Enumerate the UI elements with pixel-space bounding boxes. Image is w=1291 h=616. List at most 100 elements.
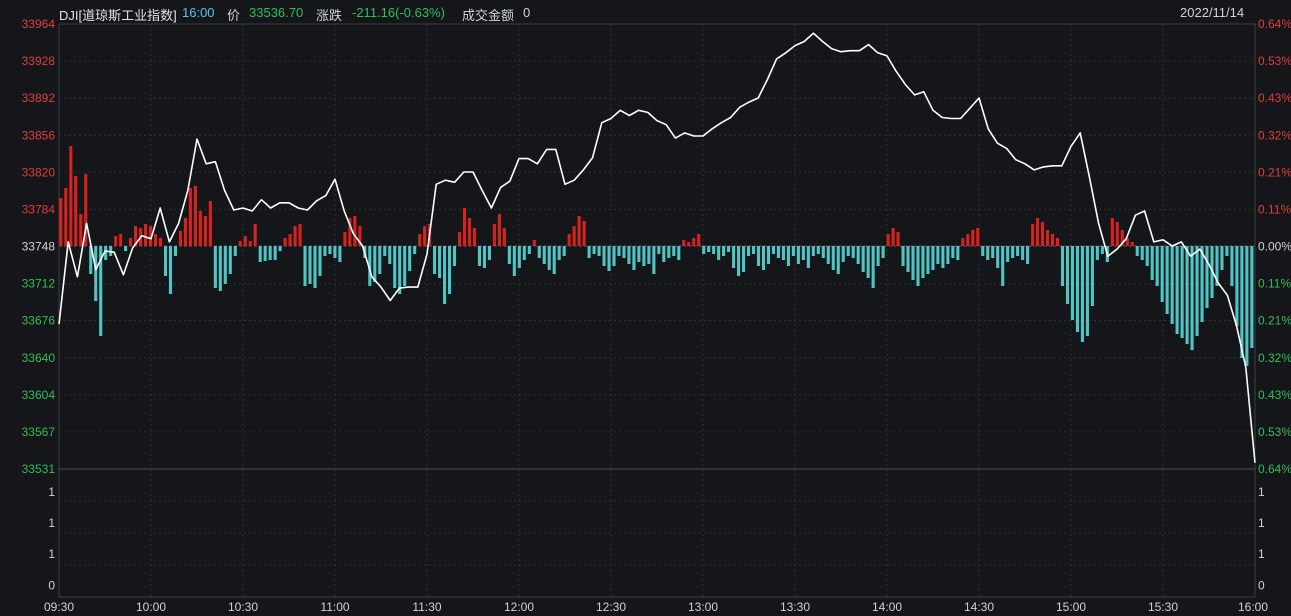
volume-bar xyxy=(901,246,905,266)
price-tick-label: 33567 xyxy=(22,425,56,439)
pct-tick-label: 0.21% xyxy=(1258,165,1291,179)
volume-bar xyxy=(791,246,795,256)
volume-bar xyxy=(193,186,197,246)
volume-bar xyxy=(866,246,870,278)
volume-bar xyxy=(1050,234,1055,246)
volume-bar xyxy=(163,246,168,276)
pct-tick-label: 0.64% xyxy=(1258,462,1291,476)
volume-bar xyxy=(956,246,960,260)
volume-bar xyxy=(786,246,790,266)
volume-bar xyxy=(652,246,656,274)
volume-bar xyxy=(552,246,556,274)
volume-bar xyxy=(577,216,581,246)
volume-bar xyxy=(567,234,571,246)
price-tick-label: 33856 xyxy=(22,128,56,142)
volume-bar xyxy=(1060,246,1065,286)
volume-bar xyxy=(388,246,392,264)
volume-bar xyxy=(338,246,342,262)
volume-bar xyxy=(1006,246,1010,262)
volume-bar xyxy=(413,246,417,254)
volume-bar xyxy=(537,246,541,258)
time-tick-label: 11:00 xyxy=(320,600,349,614)
price-tick-label: 33640 xyxy=(22,351,56,365)
price-tick-label: 33748 xyxy=(22,240,56,254)
volume-bar xyxy=(896,232,900,246)
volume-bar xyxy=(1230,246,1234,286)
volume-bar xyxy=(627,246,631,264)
volume-tick-label-right: 1 xyxy=(1258,485,1265,499)
volume-bar xyxy=(801,246,805,260)
volume-bar xyxy=(916,246,920,286)
volume-bar xyxy=(443,246,447,304)
volume-bar xyxy=(931,246,935,270)
volume-bar xyxy=(208,201,212,246)
volume-bar xyxy=(517,246,521,268)
volume-bar xyxy=(781,246,785,260)
volume-bar xyxy=(986,246,990,260)
pct-tick-label: 0.11% xyxy=(1258,277,1291,291)
volume-bar xyxy=(1055,238,1060,246)
volume-bar xyxy=(662,246,666,262)
volume-bar xyxy=(891,228,895,246)
volume-bar xyxy=(1026,246,1030,264)
volume-bar xyxy=(687,242,691,246)
pct-tick-label: 0.00% xyxy=(1258,240,1291,254)
pct-tick-label: 0.64% xyxy=(1258,17,1291,31)
pct-tick-label: 0.32% xyxy=(1258,351,1291,365)
time-tick-label: 14:00 xyxy=(872,600,902,614)
volume-bar xyxy=(622,246,626,258)
price-line-layer xyxy=(58,32,1256,463)
volume-bar xyxy=(1070,246,1075,320)
volume-bar xyxy=(587,246,591,258)
volume-bar xyxy=(836,246,840,274)
volume-bar xyxy=(343,232,347,246)
volume-bar xyxy=(223,246,227,284)
volume-bar xyxy=(228,246,232,274)
time-tick-label: 16:00 xyxy=(1238,600,1268,614)
volume-bar xyxy=(233,246,237,256)
volume-bar xyxy=(607,246,611,271)
volume-bar xyxy=(1170,246,1174,324)
volume-bar xyxy=(1245,246,1249,366)
price-tick-label: 33784 xyxy=(22,202,56,216)
volume-bar xyxy=(168,246,173,294)
volume-bar xyxy=(692,238,696,246)
price-tick-label: 33892 xyxy=(22,91,56,105)
volume-bar xyxy=(811,246,815,256)
volume-bar xyxy=(323,246,327,256)
volume-bar xyxy=(806,246,810,268)
volume-bar xyxy=(667,246,671,258)
volume-bar xyxy=(562,246,566,256)
price-tick-label: 33676 xyxy=(22,314,56,328)
volume-bar xyxy=(423,226,427,246)
volume-bar xyxy=(1185,246,1189,344)
volume-bar xyxy=(1075,246,1079,332)
volume-bar xyxy=(861,246,865,272)
volume-bar xyxy=(991,246,995,258)
volume-bar xyxy=(1220,246,1224,270)
volume-bar xyxy=(248,241,252,246)
volume-bar xyxy=(448,246,452,294)
time-tick-label: 12:30 xyxy=(596,600,626,614)
volume-bar xyxy=(761,246,766,270)
volume-bar xyxy=(1115,222,1119,246)
intraday-chart[interactable]: 33964 33928 33892 33856 33820 33784 33748 33712… xyxy=(0,0,1291,616)
volume-bar xyxy=(981,246,985,256)
volume-bar xyxy=(612,246,616,266)
volume-bar xyxy=(258,246,262,262)
volume-bar xyxy=(547,246,551,270)
volume-bar xyxy=(826,246,830,264)
volume-bar xyxy=(816,246,820,254)
volume-bar xyxy=(936,246,940,264)
pct-tick-label: 0.21% xyxy=(1258,314,1291,328)
volume-bar xyxy=(712,246,716,254)
time-tick-label: 10:30 xyxy=(228,600,258,614)
time-tick-label: 12:00 xyxy=(504,600,534,614)
volume-bar xyxy=(597,246,601,256)
volume-bar xyxy=(1235,246,1239,326)
volume-bar xyxy=(1165,246,1169,314)
volume-bar xyxy=(153,234,158,246)
chart-frame xyxy=(58,23,1256,598)
volume-bar xyxy=(971,230,975,246)
volume-bar xyxy=(961,238,965,246)
